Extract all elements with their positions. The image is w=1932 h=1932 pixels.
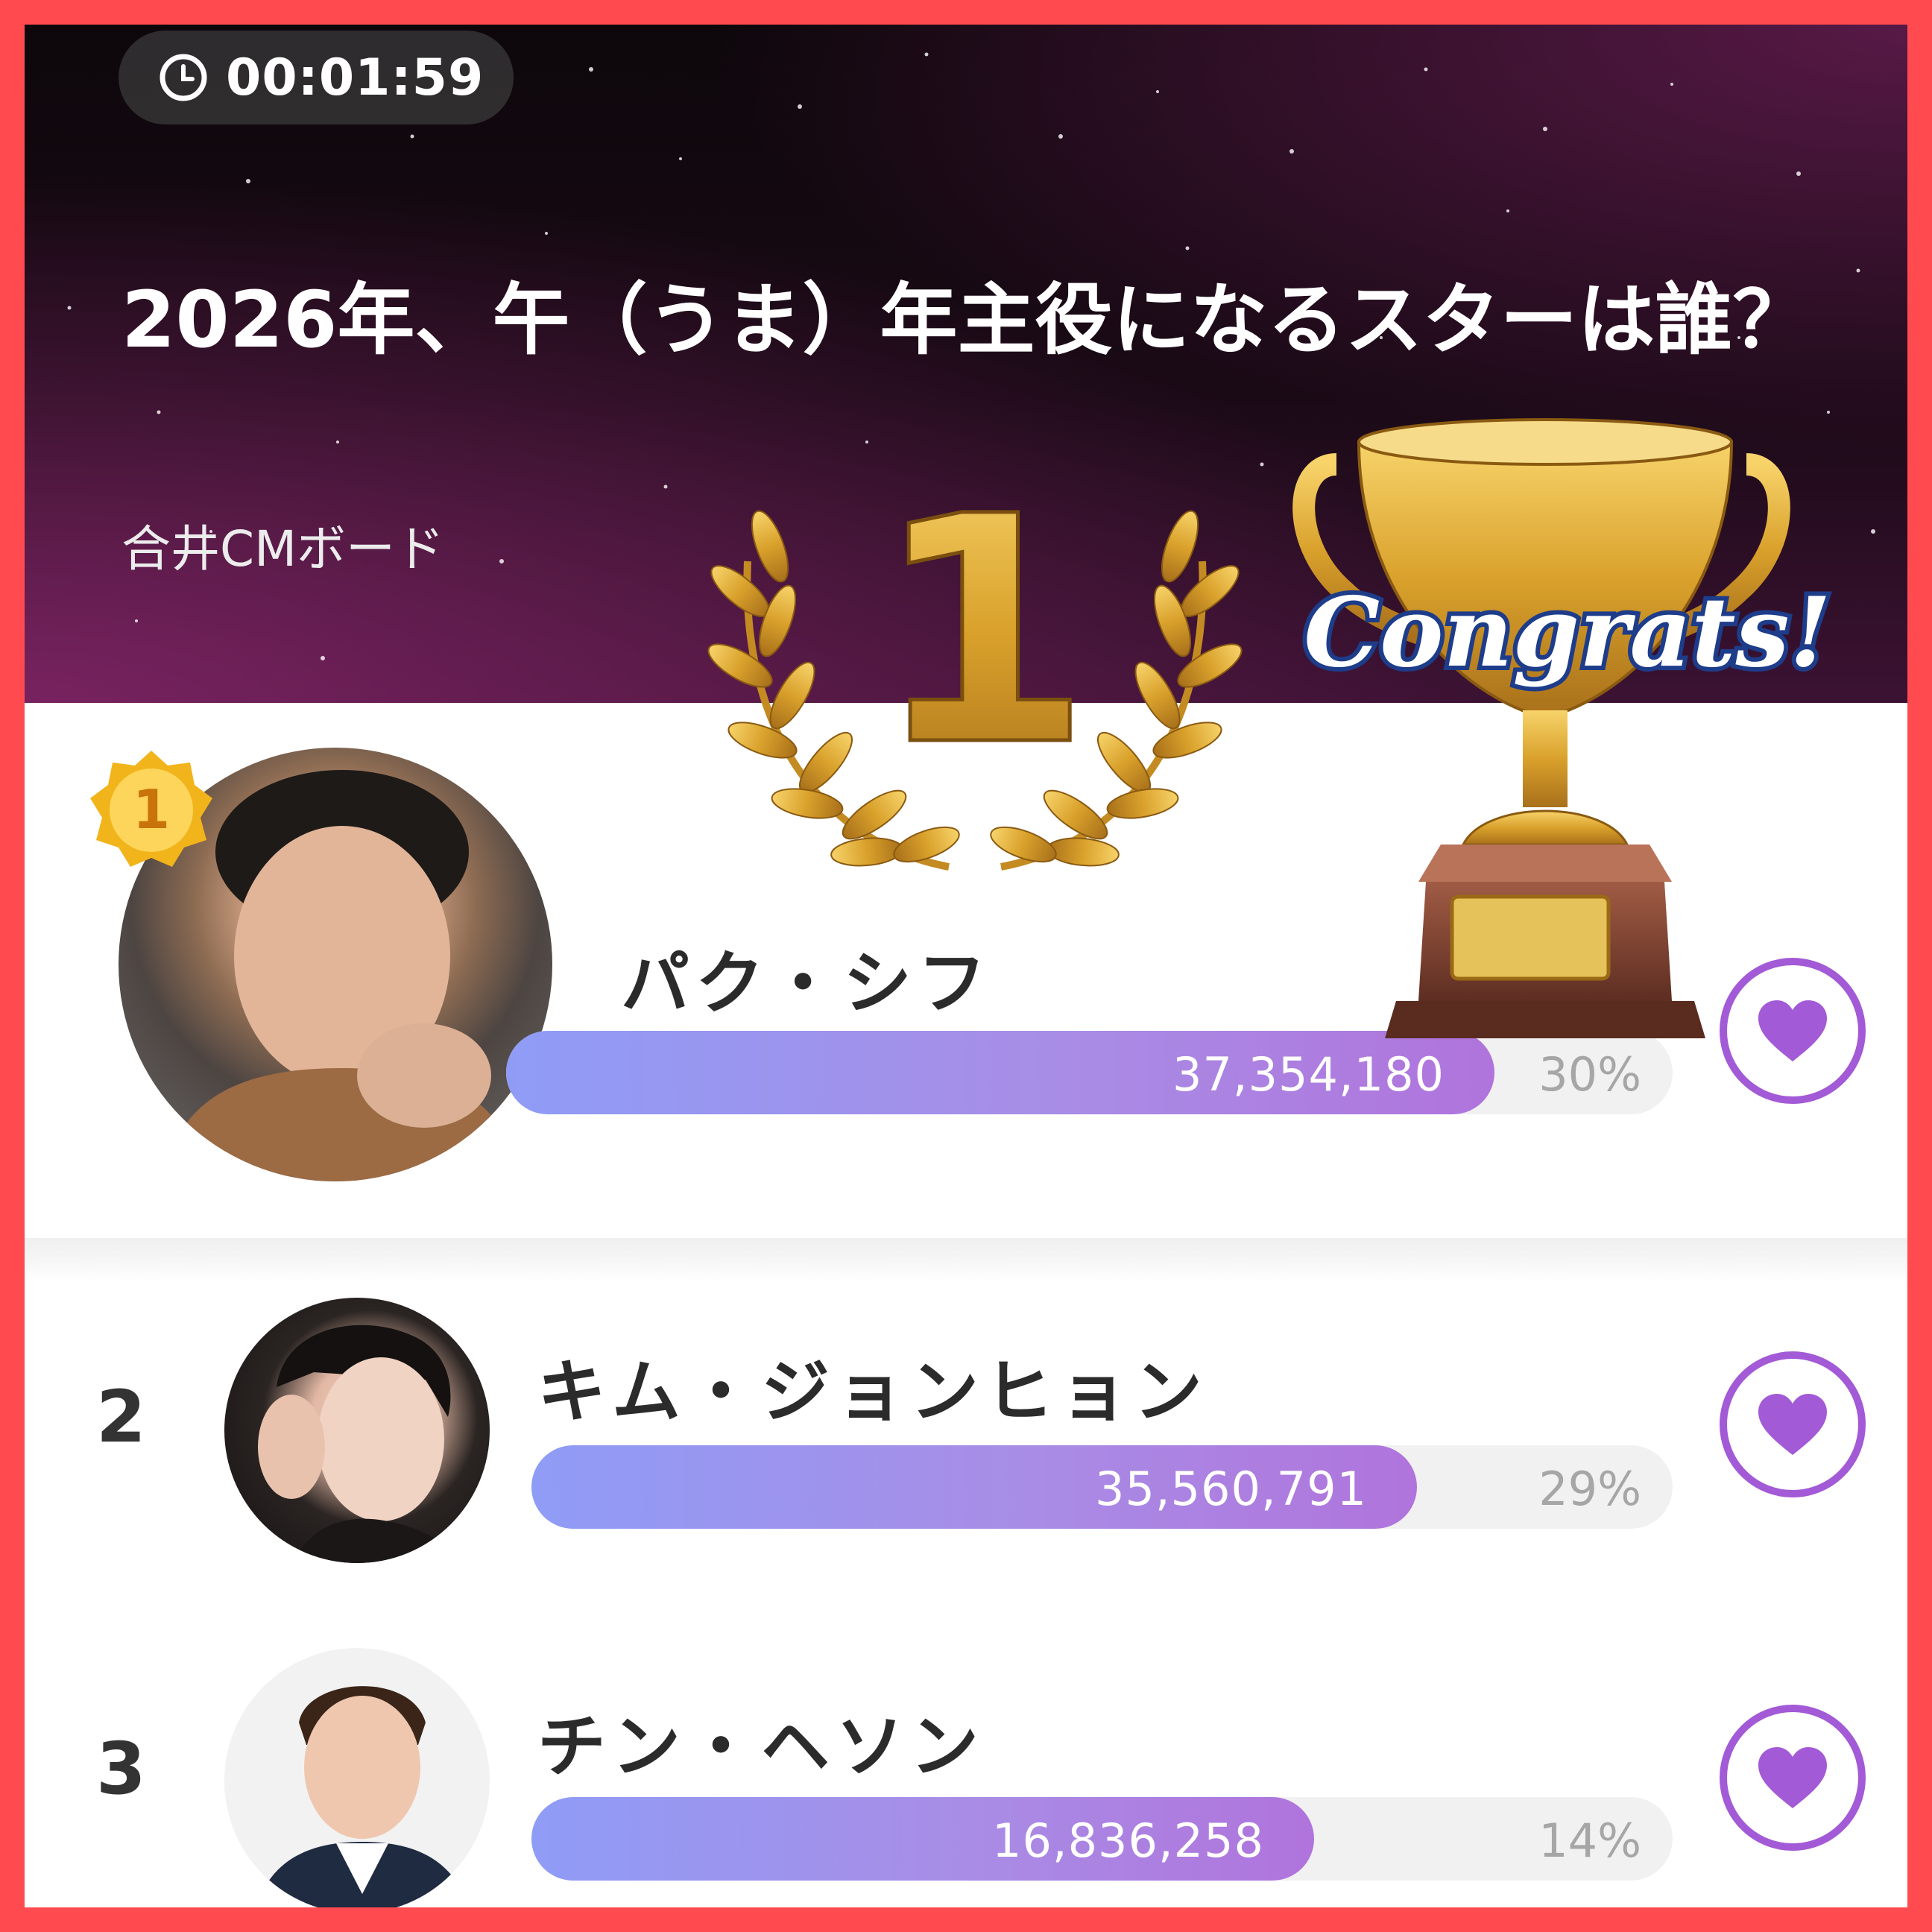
congrats-label: Congrats! bbox=[1304, 577, 1831, 689]
big-rank-number: 1 bbox=[874, 450, 1091, 815]
trophy-icon bbox=[1292, 418, 1790, 1038]
winner-decoration: 1 Congrats! bbox=[707, 418, 1836, 1038]
app-frame: 00:01:59 2026年、午（うま）年主役になるスターは誰？ 合井CMボード… bbox=[25, 25, 1907, 1907]
